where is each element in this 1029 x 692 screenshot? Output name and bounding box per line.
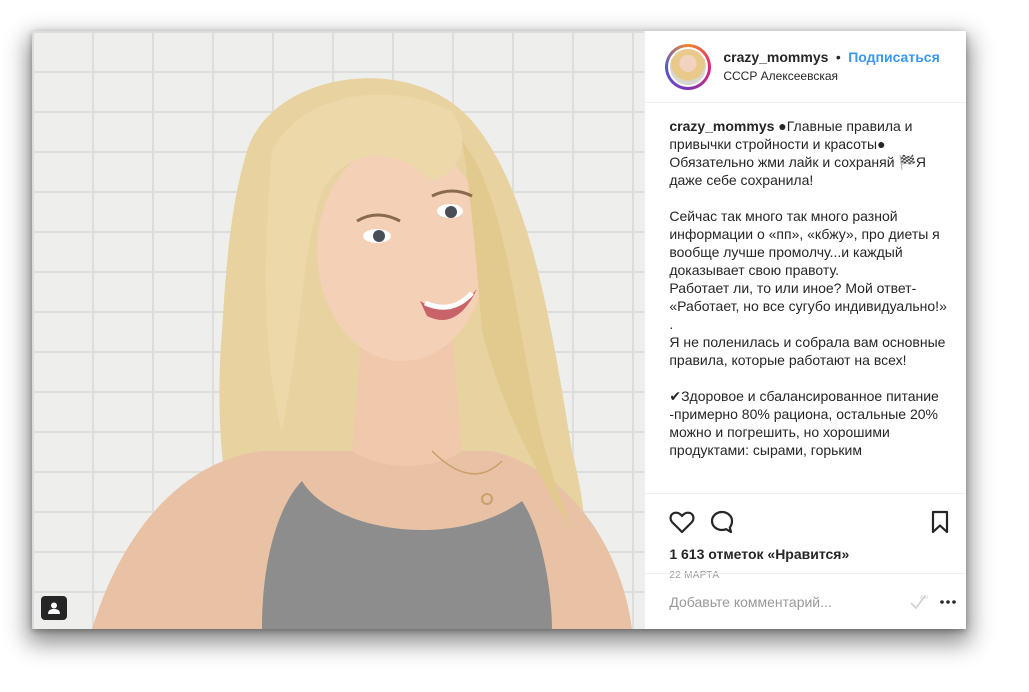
- checkmark-icon: ABC: [910, 595, 928, 609]
- username-link[interactable]: crazy_mommys: [723, 49, 828, 65]
- post-header: crazy_mommys • Подписаться СССР Алексеев…: [645, 31, 966, 103]
- heart-icon: [669, 511, 695, 534]
- comment-icon: [711, 510, 734, 534]
- location-link[interactable]: СССР Алексеевская: [723, 67, 939, 85]
- avatar[interactable]: [665, 43, 712, 90]
- svg-text:ABC: ABC: [920, 595, 928, 601]
- avatar-image: [668, 46, 709, 87]
- post-card: crazy_mommys • Подписаться СССР Алексеев…: [32, 31, 966, 629]
- user-tag-icon: [48, 602, 60, 614]
- bookmark-icon: [931, 510, 949, 534]
- caption-text: ●Главные правила и привычки стройности и…: [669, 118, 947, 458]
- post-actions: 1 613 отметок «Нравится» 22 МАРТА Добавь…: [645, 493, 966, 629]
- user-tag-button[interactable]: [41, 596, 67, 620]
- comment-input[interactable]: Добавьте комментарий...: [669, 594, 908, 610]
- post-photo[interactable]: [32, 31, 645, 629]
- separator-dot: •: [835, 49, 841, 65]
- comment-button[interactable]: [709, 509, 735, 535]
- post-caption: crazy_mommys ●Главные правила и привычки…: [645, 103, 966, 493]
- follow-button[interactable]: Подписаться: [848, 49, 940, 65]
- caption-username[interactable]: crazy_mommys: [669, 118, 774, 134]
- woman-portrait: [92, 78, 632, 629]
- likes-count[interactable]: 1 613 отметок «Нравится»: [669, 546, 950, 562]
- post-details-panel: crazy_mommys • Подписаться СССР Алексеев…: [644, 31, 966, 629]
- like-button[interactable]: [669, 510, 695, 534]
- more-options-button[interactable]: [940, 599, 956, 605]
- more-options-icon: [940, 599, 956, 604]
- comment-bar: Добавьте комментарий... ABC: [645, 573, 966, 629]
- save-button[interactable]: [930, 510, 950, 534]
